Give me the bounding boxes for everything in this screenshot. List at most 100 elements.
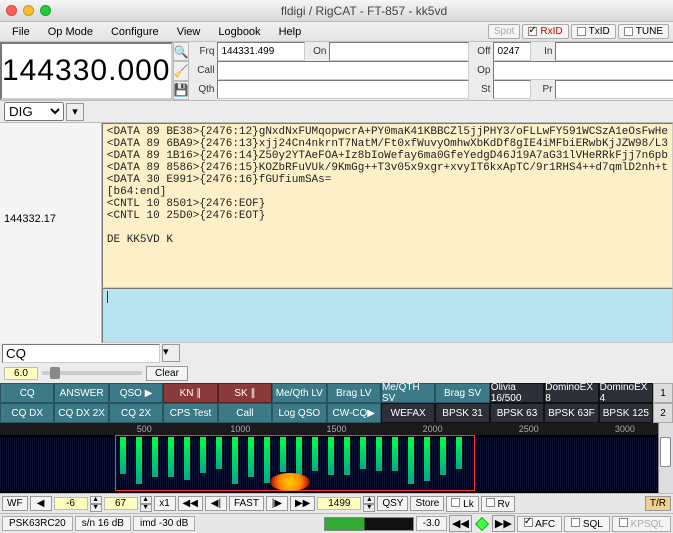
minimize-icon[interactable] [23,5,34,16]
tune-button[interactable]: TUNE [618,24,669,39]
macro-bpsk-125[interactable]: BPSK 125 [599,403,653,423]
op-input[interactable] [493,61,673,80]
wf-prev-button[interactable]: ◀ [30,496,52,511]
frq-input[interactable] [217,42,305,61]
slider-thumb-icon[interactable] [50,367,60,379]
macro-bpsk-63[interactable]: BPSK 63 [490,403,544,423]
wf-ref-stepper[interactable]: ▲▼ [90,496,102,512]
next-mode-icon[interactable]: ▶▶ [492,515,515,532]
macro-kn-[interactable]: KN ∥ [163,383,217,403]
menu-logbook[interactable]: Logbook [210,24,268,40]
st-input[interactable] [493,80,531,99]
menu-configure[interactable]: Configure [103,24,167,40]
close-icon[interactable] [6,5,17,16]
waterfall-scrollbar[interactable] [658,423,673,493]
cq-input[interactable] [2,344,160,363]
macro-brag-lv[interactable]: Brag LV [327,383,381,403]
menubar: File Op Mode Configure View Logbook Help… [0,22,673,42]
waterfall-display[interactable]: 50010001500200025003000 [0,423,673,493]
wf-mode-button[interactable]: WF [2,496,28,511]
qsy-button[interactable]: QSY [377,496,408,511]
macro-answer[interactable]: ANSWER [54,383,108,403]
macro-me-qth-sv[interactable]: Me/QTH SV [381,383,435,403]
macro-brag-sv[interactable]: Brag SV [435,383,489,403]
wf-tick: 1500 [288,424,384,434]
in-input[interactable] [555,42,673,61]
clear-button[interactable]: Clear [146,366,188,381]
store-button[interactable]: Store [410,496,444,511]
macro-log-qso[interactable]: Log QSO [272,403,326,423]
macro-wefax[interactable]: WEFAX [381,403,435,423]
in-label: In [531,42,555,61]
macro-sk-[interactable]: SK ∥ [218,383,272,403]
macro-olivia-16-500[interactable]: Olivia 16/500 [490,383,544,403]
menu-help[interactable]: Help [271,24,310,40]
afc-checkbox-icon [524,518,533,527]
wf-tick: 2500 [481,424,577,434]
qth-input[interactable] [217,80,469,99]
macro-cw-cq-[interactable]: CW-CQ▶ [327,403,381,423]
wf-center-stepper[interactable]: ▲▼ [363,496,375,512]
kpsql-button[interactable]: KPSQL [612,516,671,532]
wf-left-fast-icon[interactable]: ◀◀ [178,496,203,511]
wf-left-icon[interactable]: ◀| [205,496,227,511]
squelch-slider[interactable] [42,371,142,375]
wf-range-stepper[interactable]: ▲▼ [140,496,152,512]
macro-call[interactable]: Call [218,403,272,423]
wf-right-fast-icon[interactable]: ▶▶ [290,496,315,511]
frequency-display[interactable]: 144330.000 [0,42,173,100]
cq-dropdown-icon[interactable]: ▾ [162,344,180,362]
macro-me-qth-lv[interactable]: Me/Qth LV [272,383,326,403]
wf-speed-button[interactable]: FAST [229,496,264,511]
waterfall-signal-blob [270,473,310,491]
clear-fields-icon[interactable]: 🧹 [173,61,190,80]
sql-button[interactable]: SQL [564,516,610,532]
prev-mode-icon[interactable]: ◀◀ [449,515,472,532]
tx-text-area[interactable] [102,288,673,343]
on-input[interactable] [329,42,469,61]
call-input[interactable] [217,61,469,80]
wf-right-icon[interactable]: |▶ [266,496,288,511]
tr-button[interactable]: T/R [645,496,671,511]
channel-list[interactable]: 144332.17 [0,123,102,343]
rv-button[interactable]: Rv [481,496,515,512]
macro-dominoex-8[interactable]: DominoEX 8 [544,383,598,403]
qth-label: Qth [189,80,217,99]
waterfall-controls: WF ◀ -6 ▲▼ 67 ▲▼ x1 ◀◀ ◀| FAST |▶ ▶▶ 149… [0,493,673,513]
wf-range-value: 67 [104,497,138,510]
macro-cq-2x[interactable]: CQ 2X [109,403,163,423]
txid-checkbox-icon [577,27,586,36]
macro-cps-test[interactable]: CPS Test [163,403,217,423]
macro-page-1[interactable]: 1 [653,383,673,403]
macro-cq-dx-2x[interactable]: CQ DX 2X [54,403,108,423]
rx-text-area[interactable]: <DATA 89 BE38>{2476:12}gNxdNxFUMqopwcrA+… [102,123,673,288]
macro-bpsk-63f[interactable]: BPSK 63F [544,403,598,423]
spot-button[interactable]: Spot [488,24,521,39]
scrollbar-thumb[interactable] [660,437,671,467]
off-input[interactable] [493,42,531,61]
macro-qso-[interactable]: QSO ▶ [109,383,163,403]
mode-dropdown-icon[interactable]: ▾ [66,103,84,121]
macro-dominoex-4[interactable]: DominoEX 4 [599,383,653,403]
menu-opmode[interactable]: Op Mode [40,24,101,40]
menu-file[interactable]: File [4,24,38,40]
menu-view[interactable]: View [169,24,209,40]
frq-label: Frq [189,42,217,61]
afc-button[interactable]: AFC [517,516,562,532]
save-log-icon[interactable]: 💾 [173,81,190,100]
search-icon[interactable]: 🔍 [173,42,190,61]
macro-page-2[interactable]: 2 [653,403,673,423]
macro-bpsk-31[interactable]: BPSK 31 [435,403,489,423]
macro-cq[interactable]: CQ [0,383,54,403]
macro-cq-dx[interactable]: CQ DX [0,403,54,423]
pr-input[interactable] [555,80,673,99]
txid-button[interactable]: TxID [571,24,616,39]
mode-select[interactable]: DIG [4,102,64,121]
wf-zoom-button[interactable]: x1 [154,496,176,511]
titlebar: fldigi / RigCAT - FT-857 - kk5vd [0,0,673,22]
zoom-icon[interactable] [40,5,51,16]
rxid-button[interactable]: RxID [522,24,568,39]
squelch-value: 6.0 [4,367,38,380]
lk-button[interactable]: Lk [446,496,478,512]
top-panel: 144330.000 🔍 🧹 💾 Frq On Off In Out Call … [0,42,673,101]
